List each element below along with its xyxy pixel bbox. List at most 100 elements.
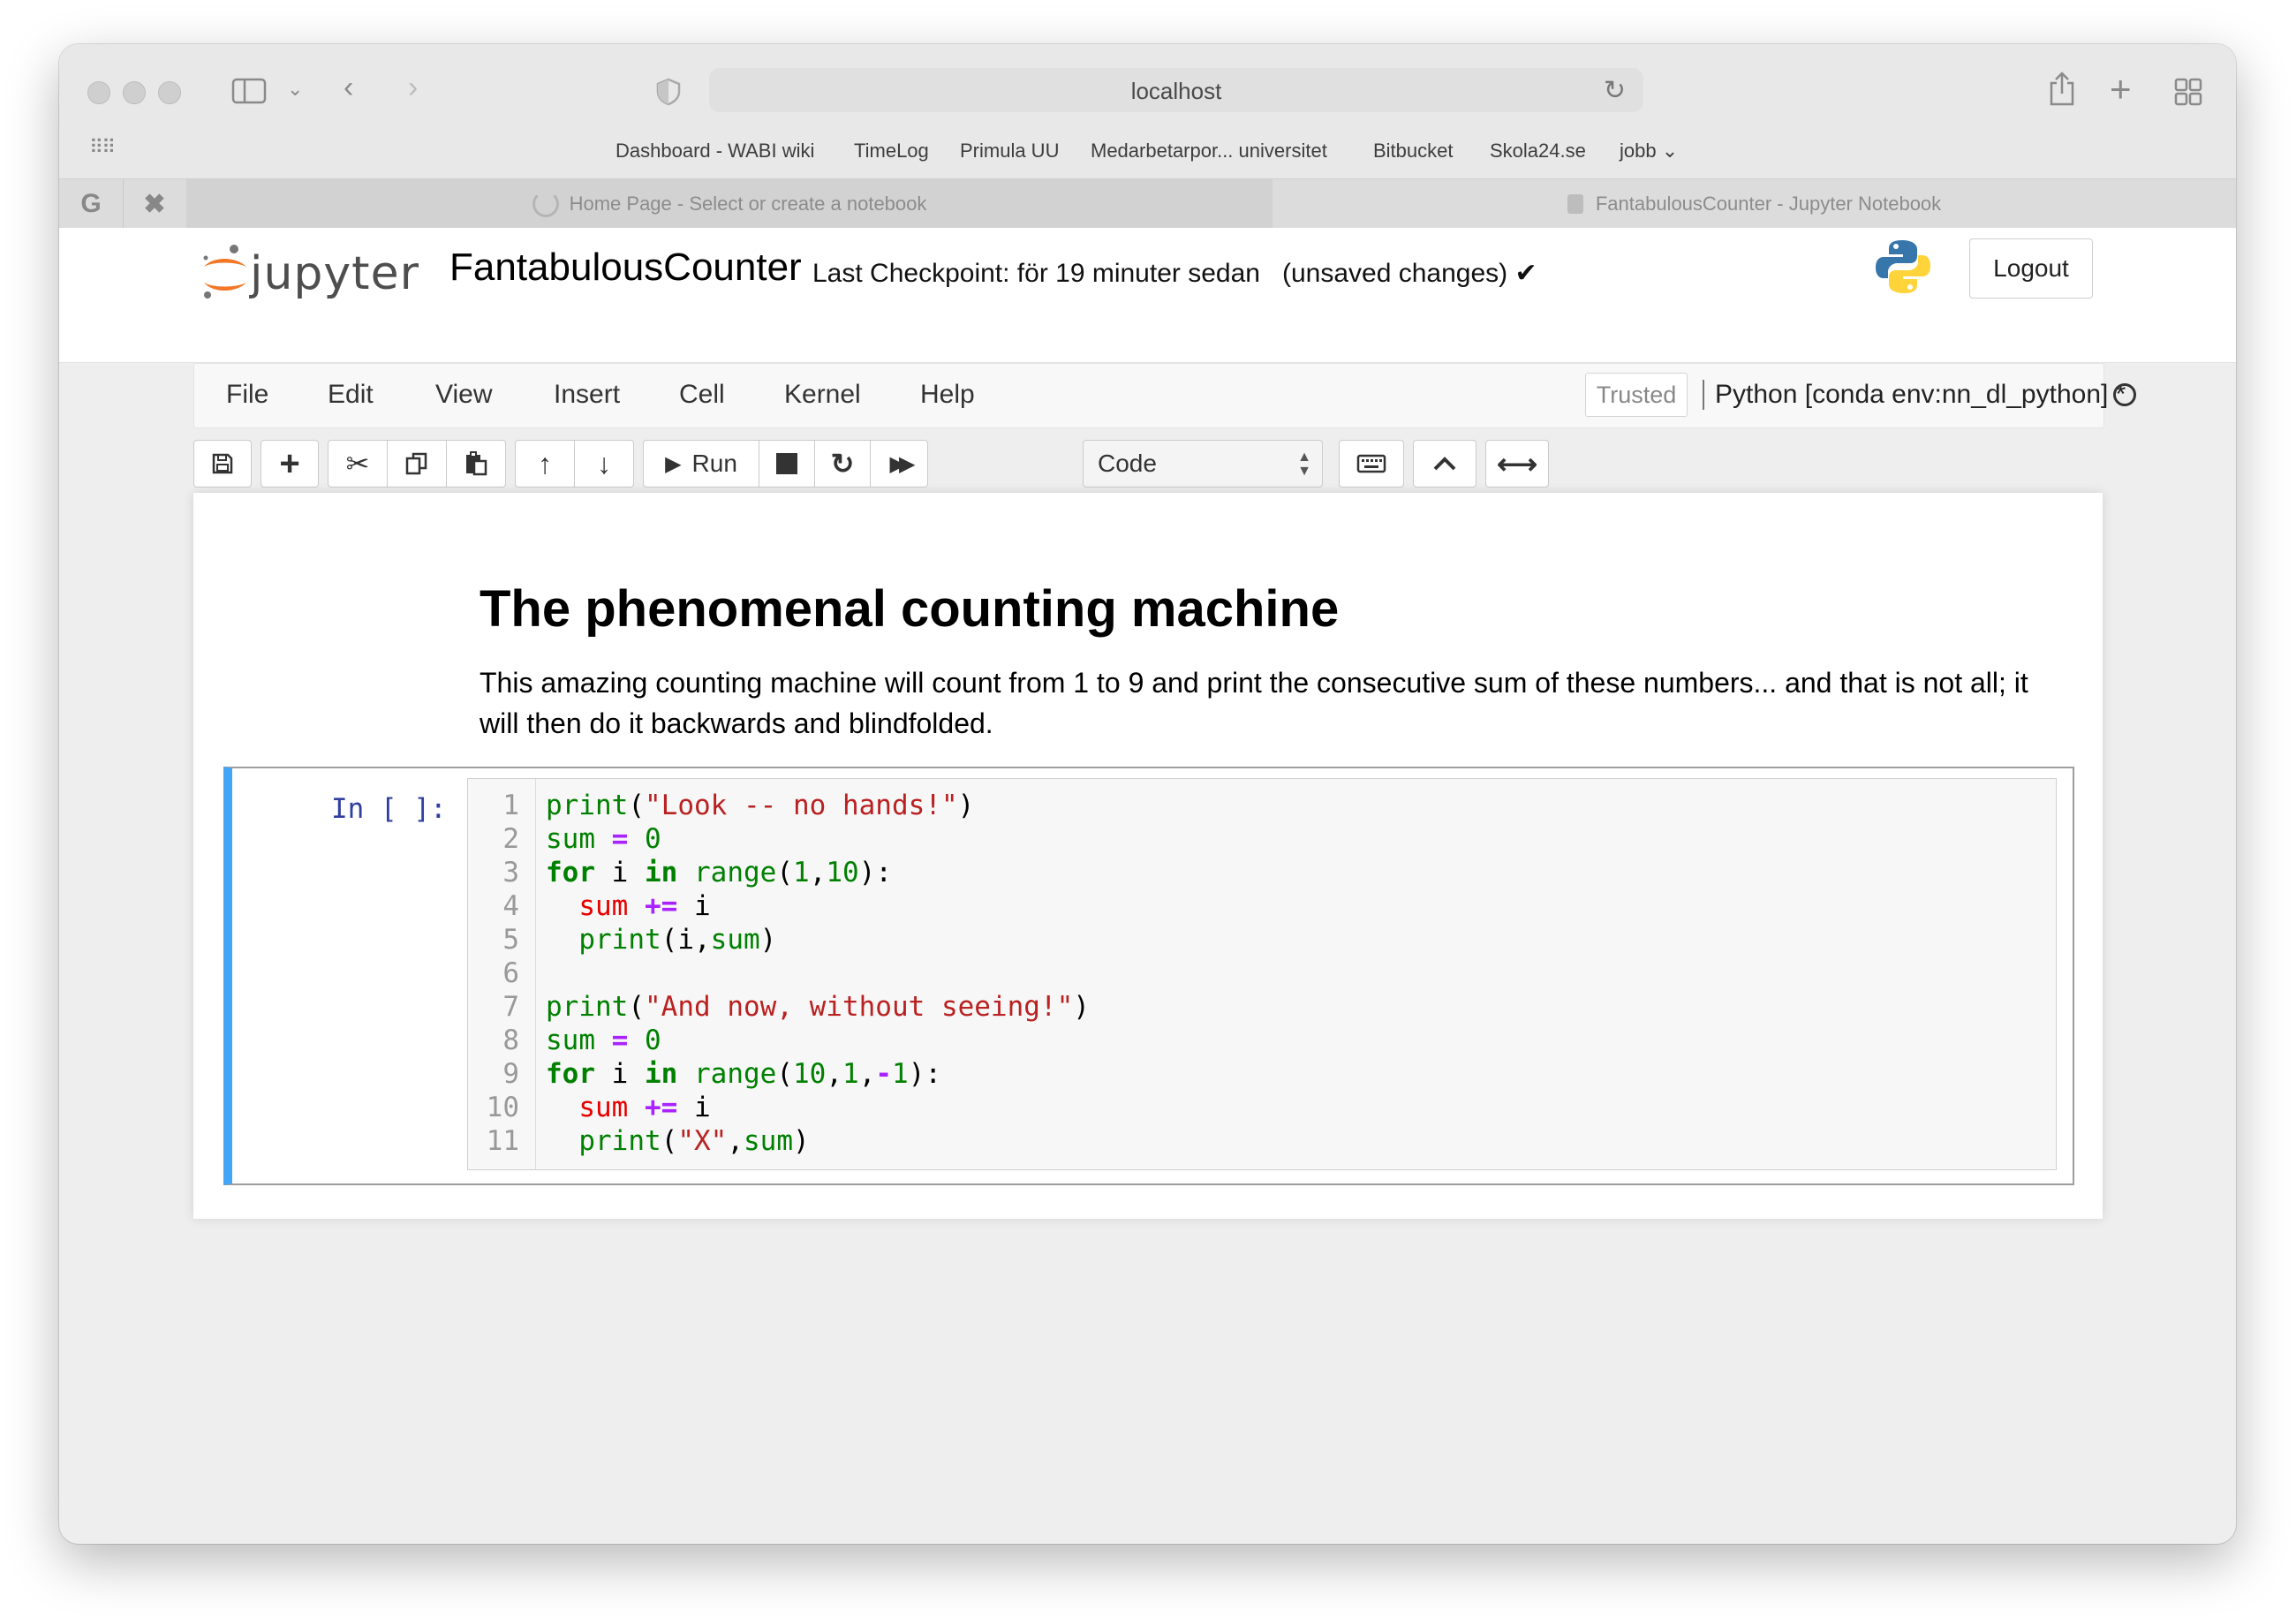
select-arrows-icon: ▲ ▼ <box>1297 450 1311 479</box>
code-token-string: "X" <box>677 1125 728 1157</box>
code-token-punct <box>628 890 645 922</box>
interrupt-kernel-button[interactable] <box>759 440 815 488</box>
code-token-punct: ( <box>776 1058 794 1090</box>
bookmark-folder-label: jobb <box>1620 140 1657 162</box>
code-token-keyword: in <box>645 1058 678 1090</box>
tab-notebook[interactable]: FantabulousCounter - Jupyter Notebook <box>1273 179 2236 229</box>
move-up-button[interactable]: ↑ <box>515 440 575 488</box>
menu-kernel[interactable]: Kernel <box>784 380 861 410</box>
code-line: sum = 0 <box>546 1024 661 1057</box>
share-icon[interactable] <box>2048 71 2076 111</box>
pinned-tab-google-icon[interactable]: G <box>59 179 124 229</box>
chevron-up-icon <box>1432 456 1457 472</box>
bookmark-item[interactable]: Bitbucket <box>1373 140 1454 163</box>
new-tab-icon[interactable]: + <box>2110 71 2132 108</box>
code-token-builtin: sum <box>578 890 629 922</box>
minimize-window-button[interactable] <box>123 81 146 104</box>
reload-icon[interactable]: ↻ <box>1604 75 1626 106</box>
paste-button[interactable] <box>446 440 506 488</box>
code-token-number: 1 <box>793 857 810 888</box>
grid-apps-icon[interactable]: ⠿⠿ <box>89 138 116 157</box>
copy-button[interactable] <box>387 440 447 488</box>
code-line: for i in range(1,10): <box>546 856 892 889</box>
bookmark-item[interactable]: Skola24.se <box>1490 140 1586 163</box>
code-token-operator: += <box>645 890 678 922</box>
menu-edit[interactable]: Edit <box>328 380 374 410</box>
line-number: 8 <box>502 1024 519 1056</box>
trusted-notebook-indicator[interactable]: Trusted <box>1585 373 1688 417</box>
line-number: 7 <box>502 991 519 1023</box>
code-token-punct <box>595 857 612 888</box>
forward-icon[interactable]: › <box>408 72 418 102</box>
code-token-operator: = <box>611 823 629 855</box>
menu-cell[interactable]: Cell <box>679 380 725 410</box>
code-token-builtin: sum <box>546 1024 595 1056</box>
menu-view[interactable]: View <box>435 380 492 410</box>
fast-forward-icon: ▶▶ <box>889 451 916 476</box>
code-cell[interactable]: In [ ]: 1 2 3 4 5 6 7 8 9 10 11 print("L… <box>223 767 2074 1185</box>
code-line: print("And now, without seeing!") <box>546 990 1090 1024</box>
code-token-punct: ) <box>908 1058 925 1090</box>
kernel-name[interactable]: Python [conda env:nn_dl_python] * <box>1703 380 2126 410</box>
tab-overview-icon[interactable] <box>2174 78 2202 111</box>
tab-home-page[interactable]: Home Page - Select or create a notebook <box>186 179 1273 229</box>
bookmark-item[interactable]: Primula UU <box>960 140 1059 163</box>
last-checkpoint-text: Last Checkpoint: för 19 minuter sedan <box>812 259 1260 288</box>
cell-type-select[interactable]: Code ▲ ▼ <box>1083 440 1323 488</box>
code-token-builtin: sum <box>710 924 760 956</box>
code-token-punct: ( <box>628 790 645 821</box>
autosave-status: (unsaved changes) <box>1281 259 1508 288</box>
address-bar[interactable]: localhost ↻ <box>709 68 1643 112</box>
jupyter-logo[interactable]: jupyter <box>200 242 430 304</box>
bookmark-item[interactable]: Dashboard - WABI wiki <box>616 140 814 163</box>
menu-help[interactable]: Help <box>920 380 975 410</box>
jupyter-header: jupyter FantabulousCounter Last Checkpoi… <box>59 228 2236 488</box>
zoom-window-button[interactable] <box>158 81 181 104</box>
code-token-punct: : <box>875 857 893 888</box>
code-token-punct: , <box>858 1058 876 1090</box>
close-window-button[interactable] <box>87 81 110 104</box>
line-number: 10 <box>486 1092 519 1123</box>
code-token-punct <box>595 1058 612 1090</box>
bookmark-folder[interactable]: jobb ⌄ <box>1620 140 1678 163</box>
bookmark-item[interactable]: Medarbetarpor... universitet <box>1091 140 1327 163</box>
run-label: Run <box>691 450 737 477</box>
code-token-punct: , <box>727 1125 744 1157</box>
code-token-builtin: print <box>546 790 629 821</box>
cut-button[interactable]: ✂ <box>328 440 388 488</box>
menu-file[interactable]: File <box>226 380 268 410</box>
chevron-down-icon[interactable]: ⌄ <box>287 79 303 99</box>
pinned-tab-tools-icon[interactable]: ✖ <box>123 179 187 229</box>
run-button[interactable]: ▶ Run <box>643 440 759 488</box>
arrow-down-icon: ↓ <box>597 447 611 480</box>
code-token-builtin: sum <box>578 1092 629 1123</box>
stop-icon <box>776 453 797 474</box>
logout-button[interactable]: Logout <box>1969 238 2093 299</box>
code-line: sum += i <box>546 889 711 923</box>
back-icon[interactable]: ‹ <box>344 72 353 102</box>
code-token-name: i <box>694 890 711 922</box>
code-editor[interactable]: 1 2 3 4 5 6 7 8 9 10 11 print("Look -- n… <box>467 778 2057 1170</box>
toggle-width-button[interactable]: ⟷ <box>1485 440 1549 488</box>
save-button[interactable] <box>193 440 252 488</box>
notebook-name[interactable]: FantabulousCounter <box>449 246 802 290</box>
arrows-horizontal-icon: ⟷ <box>1497 448 1537 480</box>
code-token-punct <box>546 1125 578 1157</box>
collapse-header-button[interactable] <box>1413 440 1477 488</box>
restart-kernel-button[interactable]: ↻ <box>814 440 871 488</box>
move-down-button[interactable]: ↓ <box>574 440 634 488</box>
menu-insert[interactable]: Insert <box>554 380 620 410</box>
browser-titlebar: ⌄ ‹ › localhost ↻ + ⠿⠿ Dashboard - WABI … <box>59 44 2236 178</box>
privacy-shield-icon[interactable] <box>656 78 681 111</box>
code-token-punct: ) <box>957 790 975 821</box>
bookmark-item[interactable]: TimeLog <box>854 140 929 163</box>
insert-cell-button[interactable]: + <box>261 440 319 488</box>
restart-run-all-button[interactable]: ▶▶ <box>870 440 928 488</box>
sidebar-toggle-icon[interactable] <box>231 78 267 110</box>
tab-title: FantabulousCounter - Jupyter Notebook <box>1595 193 1942 215</box>
command-palette-button[interactable] <box>1339 440 1404 488</box>
code-token-punct <box>595 823 612 855</box>
play-icon: ▶ <box>665 451 682 476</box>
browser-window: ⌄ ‹ › localhost ↻ + ⠿⠿ Dashboard - WABI … <box>59 44 2236 1544</box>
code-token-operator: = <box>611 1024 629 1056</box>
